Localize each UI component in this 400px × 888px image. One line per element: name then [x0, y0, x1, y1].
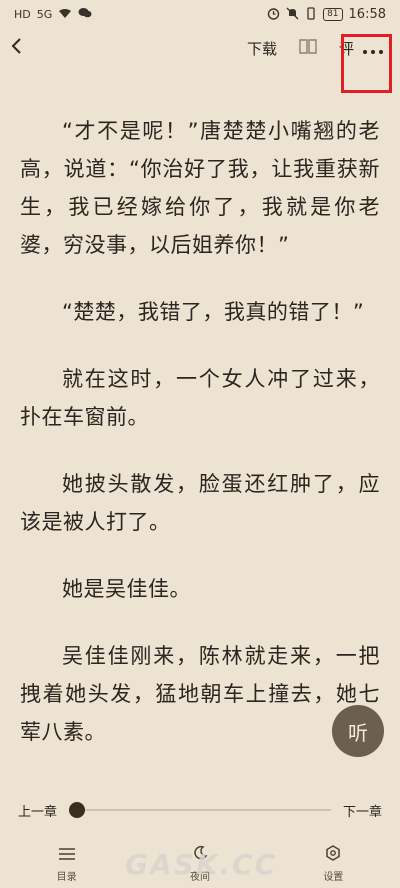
battery-indicator: 81	[323, 7, 343, 21]
next-chapter-button[interactable]: 下一章	[343, 801, 382, 820]
status-left: HD 5G	[14, 7, 92, 21]
paragraph: 就在这时，一个女人冲了过来，扑在车窗前。	[20, 367, 380, 429]
wifi-icon	[58, 8, 72, 21]
vibrate-icon	[305, 6, 317, 22]
paragraph: 吴佳佳刚来，陈林就走来，一把拽着她头发，猛地朝车上撞去，她七荤八素。	[20, 644, 380, 744]
reader-content: “才不是呢！”唐楚楚小嘴翘的老高，说道：“你治好了我，让我重获新生，我已经嫁给你…	[0, 40, 400, 780]
paragraph: “才不是呢！”唐楚楚小嘴翘的老高，说道：“你治好了我，让我重获新生，我已经嫁给你…	[20, 119, 380, 257]
alarm-icon	[267, 7, 280, 22]
watermark-logo: GASK.CC	[125, 848, 278, 881]
signal-icon: 5G	[36, 7, 53, 21]
paragraph: 她是吴佳佳。	[62, 577, 191, 601]
status-right: 81 16:58	[267, 7, 386, 22]
status-bar: HD 5G 81 16:58	[0, 0, 400, 28]
prev-chapter-button[interactable]: 上一章	[18, 801, 57, 820]
tab-label: 设置	[323, 872, 344, 883]
hd-icon: HD	[14, 7, 31, 21]
settings-icon	[325, 845, 341, 865]
chapter-progress: 上一章 下一章	[0, 795, 400, 825]
clock: 16:58	[348, 6, 386, 22]
listen-button[interactable]: 听	[332, 705, 384, 757]
wechat-icon	[78, 7, 92, 21]
tab-settings[interactable]: 设置	[293, 845, 373, 883]
tab-catalog[interactable]: 目录	[27, 846, 107, 883]
chapter-slider[interactable]	[69, 802, 331, 818]
list-icon	[58, 846, 76, 865]
paragraph: “楚楚，我错了，我真的错了！”	[62, 300, 365, 324]
slider-knob[interactable]	[69, 802, 86, 818]
tab-label: 目录	[56, 871, 77, 883]
paragraph: 她披头散发，脸蛋还红肿了，应该是被人打了。	[20, 472, 380, 534]
mute-icon	[286, 7, 299, 22]
